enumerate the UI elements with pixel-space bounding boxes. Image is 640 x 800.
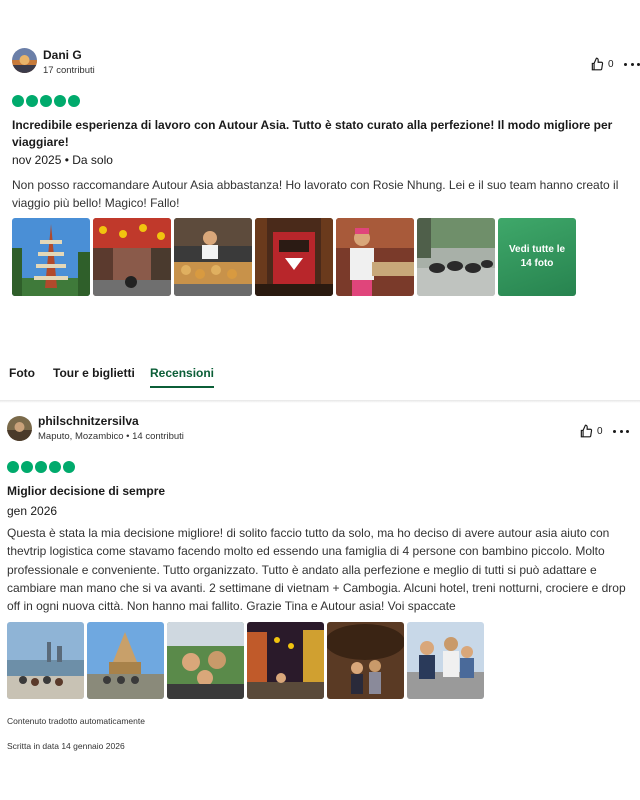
- review-photo-woman[interactable]: [336, 218, 414, 296]
- tab-reviews[interactable]: Recensioni: [150, 366, 215, 388]
- review-photo-food-stall[interactable]: [174, 218, 252, 296]
- thumbs-up-icon[interactable]: [579, 424, 593, 438]
- thumbs-up-icon[interactable]: [590, 57, 604, 71]
- section-tabs: Foto Tour e biglietti Recensioni: [0, 358, 640, 402]
- tab-tours-tickets[interactable]: Tour e biglietti: [53, 366, 135, 380]
- rating-bubble-icon: [68, 95, 80, 107]
- more-options-icon[interactable]: [613, 426, 629, 436]
- see-all-count: 14 foto: [520, 258, 554, 269]
- review-photo-night-street[interactable]: [247, 622, 324, 699]
- review-body: Non posso raccomandare Autour Asia abbas…: [12, 178, 619, 211]
- helpful-vote[interactable]: 0: [579, 424, 603, 438]
- rating-bubble-icon: [49, 461, 61, 473]
- more-options-icon[interactable]: [624, 59, 640, 69]
- review-photo-street[interactable]: [93, 218, 171, 296]
- like-count: 0: [597, 425, 603, 437]
- helpful-vote[interactable]: 0: [590, 57, 614, 71]
- review-photo-waterfront[interactable]: [7, 622, 84, 699]
- review-title[interactable]: Incredibile esperienza di lavoro con Aut…: [12, 117, 622, 151]
- review-title[interactable]: Miglior decisione di sempre: [7, 483, 617, 500]
- review-photo-selfie[interactable]: [167, 622, 244, 699]
- rating-bubble-icon: [12, 95, 24, 107]
- review-photo-family[interactable]: [407, 622, 484, 699]
- rating-bubble-icon: [40, 95, 52, 107]
- like-count: 0: [608, 58, 614, 70]
- user-name[interactable]: philschnitzersilva: [38, 414, 139, 428]
- rating-bubble-icon: [7, 461, 19, 473]
- review-photo-buffalo[interactable]: [417, 218, 495, 296]
- review-photo-train[interactable]: [255, 218, 333, 296]
- user-avatar[interactable]: [7, 416, 32, 441]
- translation-note: Contenuto tradotto automaticamente: [7, 716, 145, 726]
- rating-bubble-icon: [35, 461, 47, 473]
- photo-strip: Vedi tutte le 14 foto: [12, 218, 576, 296]
- review-photo-temple[interactable]: [87, 622, 164, 699]
- see-all-label: Vedi tutte le: [508, 244, 566, 255]
- tabs-divider: [0, 400, 640, 403]
- photo-strip: [7, 622, 484, 699]
- see-all-photos-button[interactable]: Vedi tutte le 14 foto: [498, 218, 576, 296]
- written-date: Scritta in data 14 gennaio 2026: [7, 741, 125, 751]
- review-photo-pagoda[interactable]: [12, 218, 90, 296]
- tab-photos[interactable]: Foto: [9, 366, 35, 380]
- review-photo-cave[interactable]: [327, 622, 404, 699]
- rating-bubble-icon: [26, 95, 38, 107]
- trip-date: nov 2025 • Da solo: [12, 153, 113, 167]
- rating-bubble-icon: [63, 461, 75, 473]
- rating-bubble-icon: [54, 95, 66, 107]
- review-body: Questa è stata la mia decisione migliore…: [7, 526, 626, 614]
- user-contributions: 17 contributi: [43, 65, 95, 76]
- user-contributions: Maputo, Mozambico • 14 contributi: [38, 431, 184, 442]
- user-avatar[interactable]: [12, 48, 37, 73]
- trip-date: gen 2026: [7, 504, 58, 518]
- user-name[interactable]: Dani G: [43, 48, 82, 62]
- rating-bubbles: [12, 95, 80, 107]
- rating-bubble-icon: [21, 461, 33, 473]
- rating-bubbles: [7, 461, 75, 473]
